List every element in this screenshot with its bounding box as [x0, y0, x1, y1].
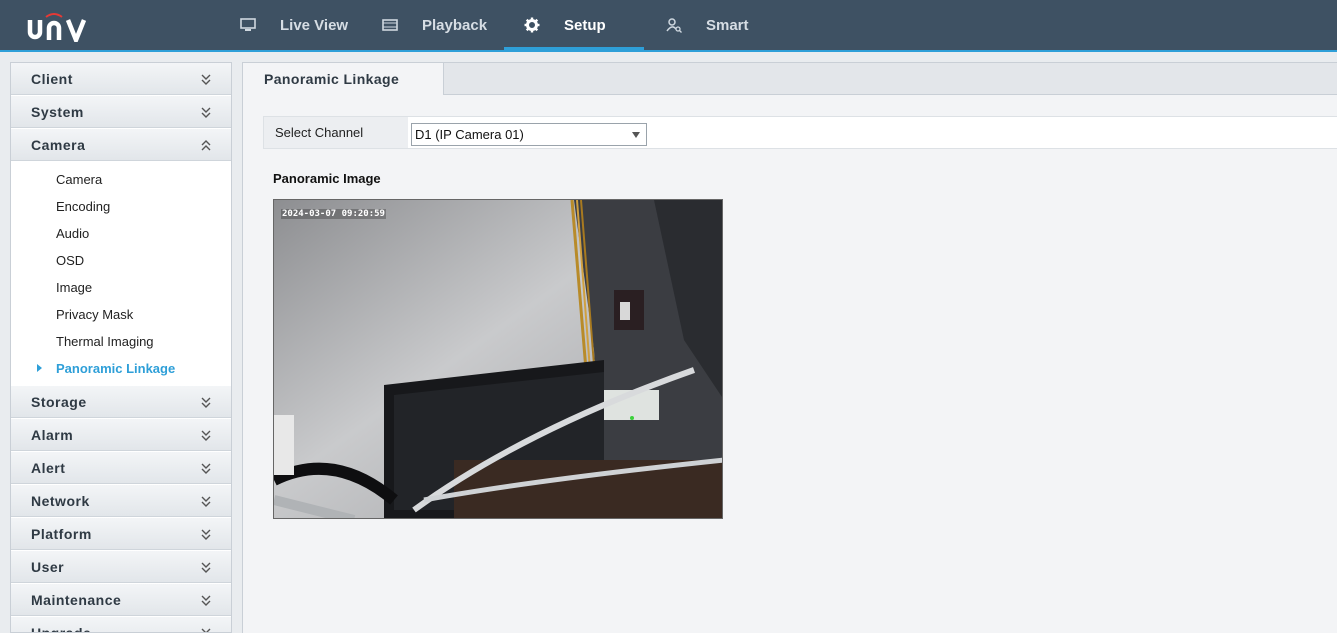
- nav-playback[interactable]: Playback: [382, 0, 487, 50]
- sidebar-section-alarm[interactable]: Alarm: [11, 419, 231, 451]
- sidebar: Client System Camera Camera Encoding Aud…: [10, 62, 232, 633]
- chevron-down-icon: [201, 562, 211, 573]
- sidebar-section-label: Alert: [31, 459, 66, 476]
- nav-setup[interactable]: Setup: [524, 0, 606, 50]
- video-timestamp: 2024-03-07 09:20:59: [281, 209, 386, 219]
- sidebar-section-label: System: [31, 103, 84, 120]
- chevron-down-icon: [201, 496, 211, 507]
- sidebar-item-panoramic-linkage[interactable]: Panoramic Linkage: [11, 355, 231, 382]
- chevron-down-icon: [201, 595, 211, 606]
- tab-bar: Panoramic Linkage: [243, 63, 1337, 95]
- sidebar-section-alert[interactable]: Alert: [11, 452, 231, 484]
- person-search-icon: [666, 17, 682, 33]
- channel-select-value: D1 (IP Camera 01): [415, 127, 524, 142]
- top-navigation-bar: Live View Playback Setup Smart: [0, 0, 1337, 52]
- gear-icon: [524, 17, 540, 33]
- nav-setup-label: Setup: [564, 16, 606, 34]
- active-nav-indicator: [504, 47, 644, 51]
- sidebar-section-label: Storage: [31, 393, 87, 410]
- chevron-down-icon: [201, 529, 211, 540]
- channel-select[interactable]: D1 (IP Camera 01): [411, 123, 647, 146]
- sidebar-section-label: Maintenance: [31, 591, 122, 608]
- sidebar-section-platform[interactable]: Platform: [11, 518, 231, 550]
- dropdown-arrow-icon: [632, 132, 640, 138]
- sidebar-item-osd[interactable]: OSD: [11, 247, 231, 274]
- panoramic-image-preview[interactable]: 2024-03-07 09:20:59: [273, 199, 723, 519]
- sidebar-item-privacy-mask[interactable]: Privacy Mask: [11, 301, 231, 328]
- select-channel-label: Select Channel: [264, 117, 408, 148]
- chevron-down-icon: [201, 74, 211, 85]
- sidebar-item-audio[interactable]: Audio: [11, 220, 231, 247]
- nav-live-view-label: Live View: [280, 16, 349, 34]
- sidebar-section-label: User: [31, 558, 65, 575]
- sidebar-item-camera[interactable]: Camera: [11, 166, 231, 193]
- main-content: Panoramic Linkage Select Channel D1 (IP …: [242, 62, 1337, 633]
- nav-smart-label: Smart: [706, 16, 749, 34]
- chevron-down-icon: [201, 397, 211, 408]
- sidebar-section-label: Client: [31, 70, 73, 87]
- sidebar-section-network[interactable]: Network: [11, 485, 231, 517]
- sidebar-section-upgrade[interactable]: Upgrade: [11, 617, 231, 633]
- sidebar-section-client[interactable]: Client: [11, 63, 231, 95]
- nav-live-view[interactable]: Live View: [240, 0, 348, 50]
- sidebar-section-label: Camera: [31, 136, 86, 153]
- sidebar-section-system[interactable]: System: [11, 96, 231, 128]
- chevron-down-icon: [201, 107, 211, 118]
- film-icon: [382, 17, 398, 33]
- camera-submenu: Camera Encoding Audio OSD Image Privacy …: [11, 162, 231, 386]
- select-channel-row: Select Channel D1 (IP Camera 01): [263, 116, 1337, 149]
- nav-smart[interactable]: Smart: [666, 0, 749, 50]
- chevron-down-icon: [201, 430, 211, 441]
- camera-scene-image: [274, 200, 722, 518]
- chevron-down-icon: [201, 463, 211, 474]
- sidebar-section-user[interactable]: User: [11, 551, 231, 583]
- sidebar-item-image[interactable]: Image: [11, 274, 231, 301]
- sidebar-section-label: Network: [31, 492, 90, 509]
- tab-panoramic-linkage[interactable]: Panoramic Linkage: [243, 63, 444, 95]
- sidebar-item-thermal-imaging[interactable]: Thermal Imaging: [11, 328, 231, 355]
- sidebar-section-label: Platform: [31, 525, 92, 542]
- sidebar-section-camera[interactable]: Camera: [11, 129, 231, 161]
- chevron-up-icon: [201, 139, 211, 150]
- panoramic-image-title: Panoramic Image: [273, 171, 381, 186]
- monitor-icon: [240, 17, 256, 33]
- sidebar-item-encoding[interactable]: Encoding: [11, 193, 231, 220]
- nav-playback-label: Playback: [422, 16, 488, 34]
- sidebar-section-label: Upgrade: [31, 624, 92, 633]
- chevron-down-icon: [201, 628, 211, 632]
- unv-logo: [27, 13, 87, 42]
- sidebar-section-label: Alarm: [31, 426, 74, 443]
- sidebar-section-storage[interactable]: Storage: [11, 386, 231, 418]
- sidebar-section-maintenance[interactable]: Maintenance: [11, 584, 231, 616]
